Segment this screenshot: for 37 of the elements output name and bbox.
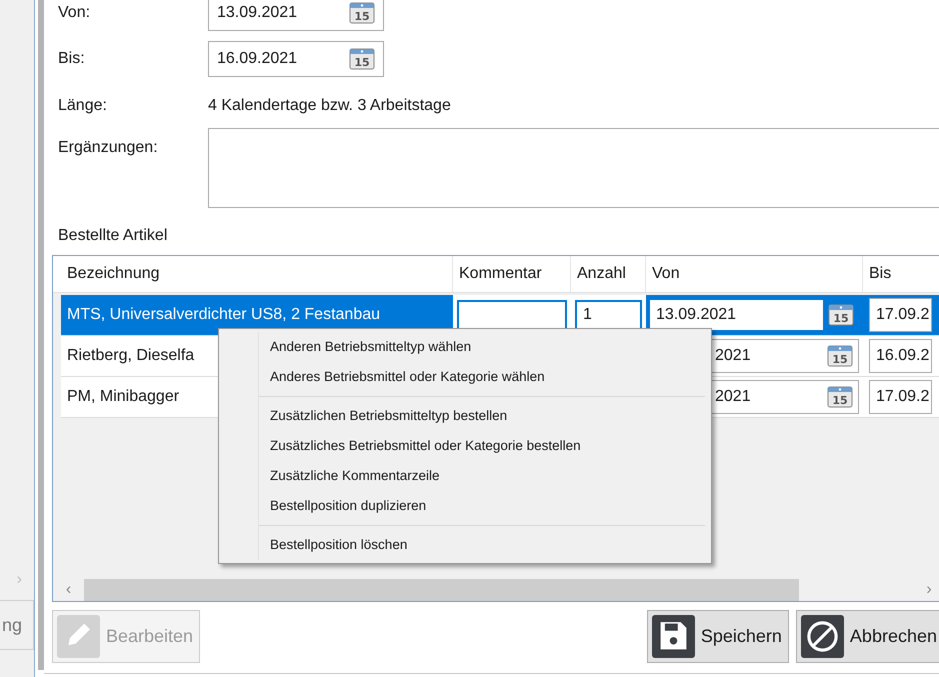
column-header[interactable]: Anzahl bbox=[571, 256, 646, 292]
field-label: Von: bbox=[57, 3, 92, 23]
comment-field[interactable] bbox=[457, 300, 567, 330]
save-icon bbox=[652, 615, 695, 658]
menu-item[interactable]: Bestellposition löschen bbox=[259, 530, 705, 560]
column-header[interactable]: Bezeichnung bbox=[61, 256, 453, 292]
date-field[interactable]: 16.09.2 bbox=[869, 339, 932, 373]
column-header[interactable]: Kommentar bbox=[453, 256, 571, 292]
column-header[interactable]: Bis bbox=[863, 256, 939, 292]
calendar-icon[interactable]: 15 bbox=[828, 304, 854, 326]
date-value: 16.09.2021 bbox=[217, 49, 298, 69]
cancel-button[interactable]: Abbrechen bbox=[796, 610, 939, 663]
field-label: Bis: bbox=[57, 49, 86, 69]
notes-field[interactable] bbox=[208, 128, 939, 208]
date-field[interactable]: 16.09.2021 15 bbox=[208, 41, 384, 77]
date-field[interactable]: 13.09.2021 bbox=[650, 300, 823, 330]
calendar-icon[interactable]: 15 bbox=[349, 48, 375, 70]
sidebar-button[interactable]: ng bbox=[0, 600, 34, 650]
field-label: Länge: bbox=[57, 96, 108, 116]
menu-item[interactable]: Zusätzliches Betriebsmittel oder Kategorie bestellen bbox=[259, 431, 705, 461]
field-label: Ergänzungen: bbox=[57, 138, 159, 158]
save-button[interactable]: Speichern bbox=[646, 610, 789, 663]
calendar-icon[interactable]: 15 bbox=[349, 2, 375, 24]
count-field[interactable]: 1 bbox=[575, 300, 642, 330]
menu-item[interactable]: Bestellposition duplizieren bbox=[259, 491, 705, 521]
cancel-icon bbox=[800, 615, 844, 658]
pencil-icon bbox=[57, 615, 100, 658]
date-value: 13.09.2021 bbox=[217, 3, 298, 23]
length-value: 4 Kalendertage bzw. 3 Arbeitstage bbox=[208, 96, 451, 116]
section-title: Bestellte Artikel bbox=[57, 226, 168, 246]
table-cell[interactable]: MTS, Universalverdichter US8, 2 Festanbau bbox=[61, 295, 453, 335]
column-header[interactable]: Von bbox=[646, 256, 863, 292]
date-field[interactable]: 17.09.2 bbox=[869, 298, 932, 332]
scrollbar-thumb[interactable] bbox=[84, 579, 799, 601]
menu-item[interactable]: Zusätzliche Kommentarzeile bbox=[259, 461, 705, 491]
date-field[interactable]: 13.09.2021 15 bbox=[208, 0, 384, 31]
date-field[interactable]: 17.09.2 bbox=[869, 380, 932, 414]
